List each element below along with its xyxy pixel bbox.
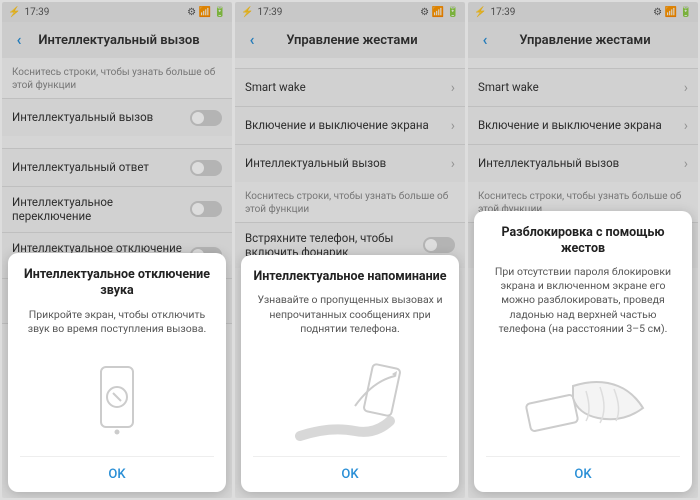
info-dialog: Интеллектуальное напоминание Узнавайте о… — [241, 255, 459, 492]
ok-button[interactable]: OK — [20, 456, 214, 492]
dialog-title: Интеллектуальное отключение звука — [20, 267, 214, 300]
screen-gestures-reminder: ⚡17:39 ⚙ 📶 🔋 ‹ Управление жестами Smart … — [235, 2, 465, 498]
dialog-illustration — [20, 346, 214, 456]
ok-button[interactable]: OK — [486, 456, 680, 492]
ok-button[interactable]: OK — [253, 456, 447, 492]
dialog-illustration — [253, 346, 447, 456]
screen-smart-call: ⚡17:39 ⚙ 📶 🔋 ‹ Интеллектуальный вызов Ко… — [2, 2, 232, 498]
dialog-body: При отсутствии пароля блокировки экрана … — [486, 265, 680, 336]
dialog-illustration — [486, 346, 680, 456]
info-dialog: Разблокировка с помощью жестов При отсут… — [474, 211, 692, 492]
dialog-body: Прикройте экран, чтобы отключить звук во… — [20, 308, 214, 336]
screen-gestures-unlock: ⚡17:39 ⚙ 📶 🔋 ‹ Управление жестами Smart … — [468, 2, 698, 498]
dialog-title: Разблокировка с помощью жестов — [486, 225, 680, 258]
dialog-title: Интеллектуальное напоминание — [253, 269, 447, 285]
dialog-body: Узнавайте о пропущенных вызовах и непроч… — [253, 293, 447, 336]
info-dialog: Интеллектуальное отключение звука Прикро… — [8, 253, 226, 492]
